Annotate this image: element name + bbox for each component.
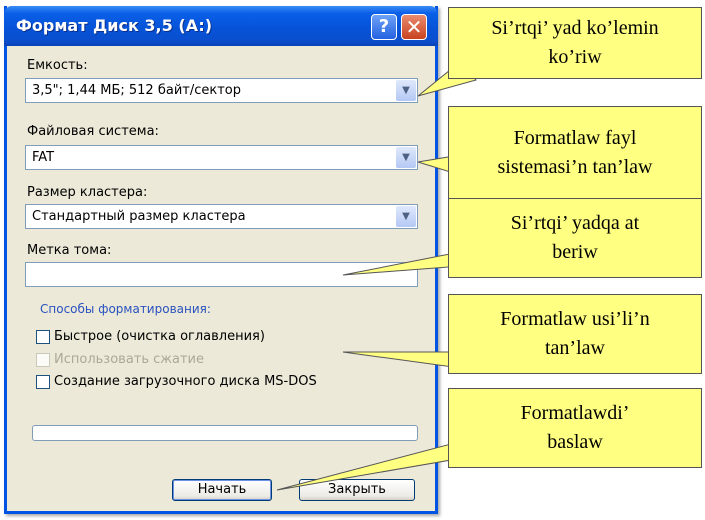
callout-5-line-2: baslaw bbox=[547, 431, 603, 453]
callout-start-format: Formatlawdi’ baslaw bbox=[448, 388, 702, 468]
callout-select-file-system: Formatlaw fayl sistemasi’n tan’law bbox=[448, 106, 702, 199]
callout-name-disk: Si’rtqi’ yadqa at beriw bbox=[448, 198, 702, 278]
callout-select-format-method: Formatlaw usi’li’n tan’law bbox=[448, 294, 702, 374]
callout-4-line-1: Formatlaw usi’li’n bbox=[500, 308, 650, 330]
callout-3-line-2: beriw bbox=[552, 241, 598, 263]
callout-view-disk-size: Si’rtqi’ yad ko’lemin ko’riw bbox=[448, 7, 702, 79]
callout-1-line-1: Si’rtqi’ yad ko’lemin bbox=[491, 17, 659, 39]
callout-4-line-2: tan’law bbox=[545, 337, 605, 359]
callout-1-line-2: ko’riw bbox=[548, 46, 602, 68]
callout-2-line-1: Formatlaw fayl bbox=[513, 126, 637, 149]
callout-3-line-1: Si’rtqi’ yadqa at bbox=[510, 212, 640, 234]
callout-5-line-1: Formatlawdi’ bbox=[520, 402, 630, 424]
callout-2-line-2: sistemasi’n tan’law bbox=[497, 155, 653, 178]
